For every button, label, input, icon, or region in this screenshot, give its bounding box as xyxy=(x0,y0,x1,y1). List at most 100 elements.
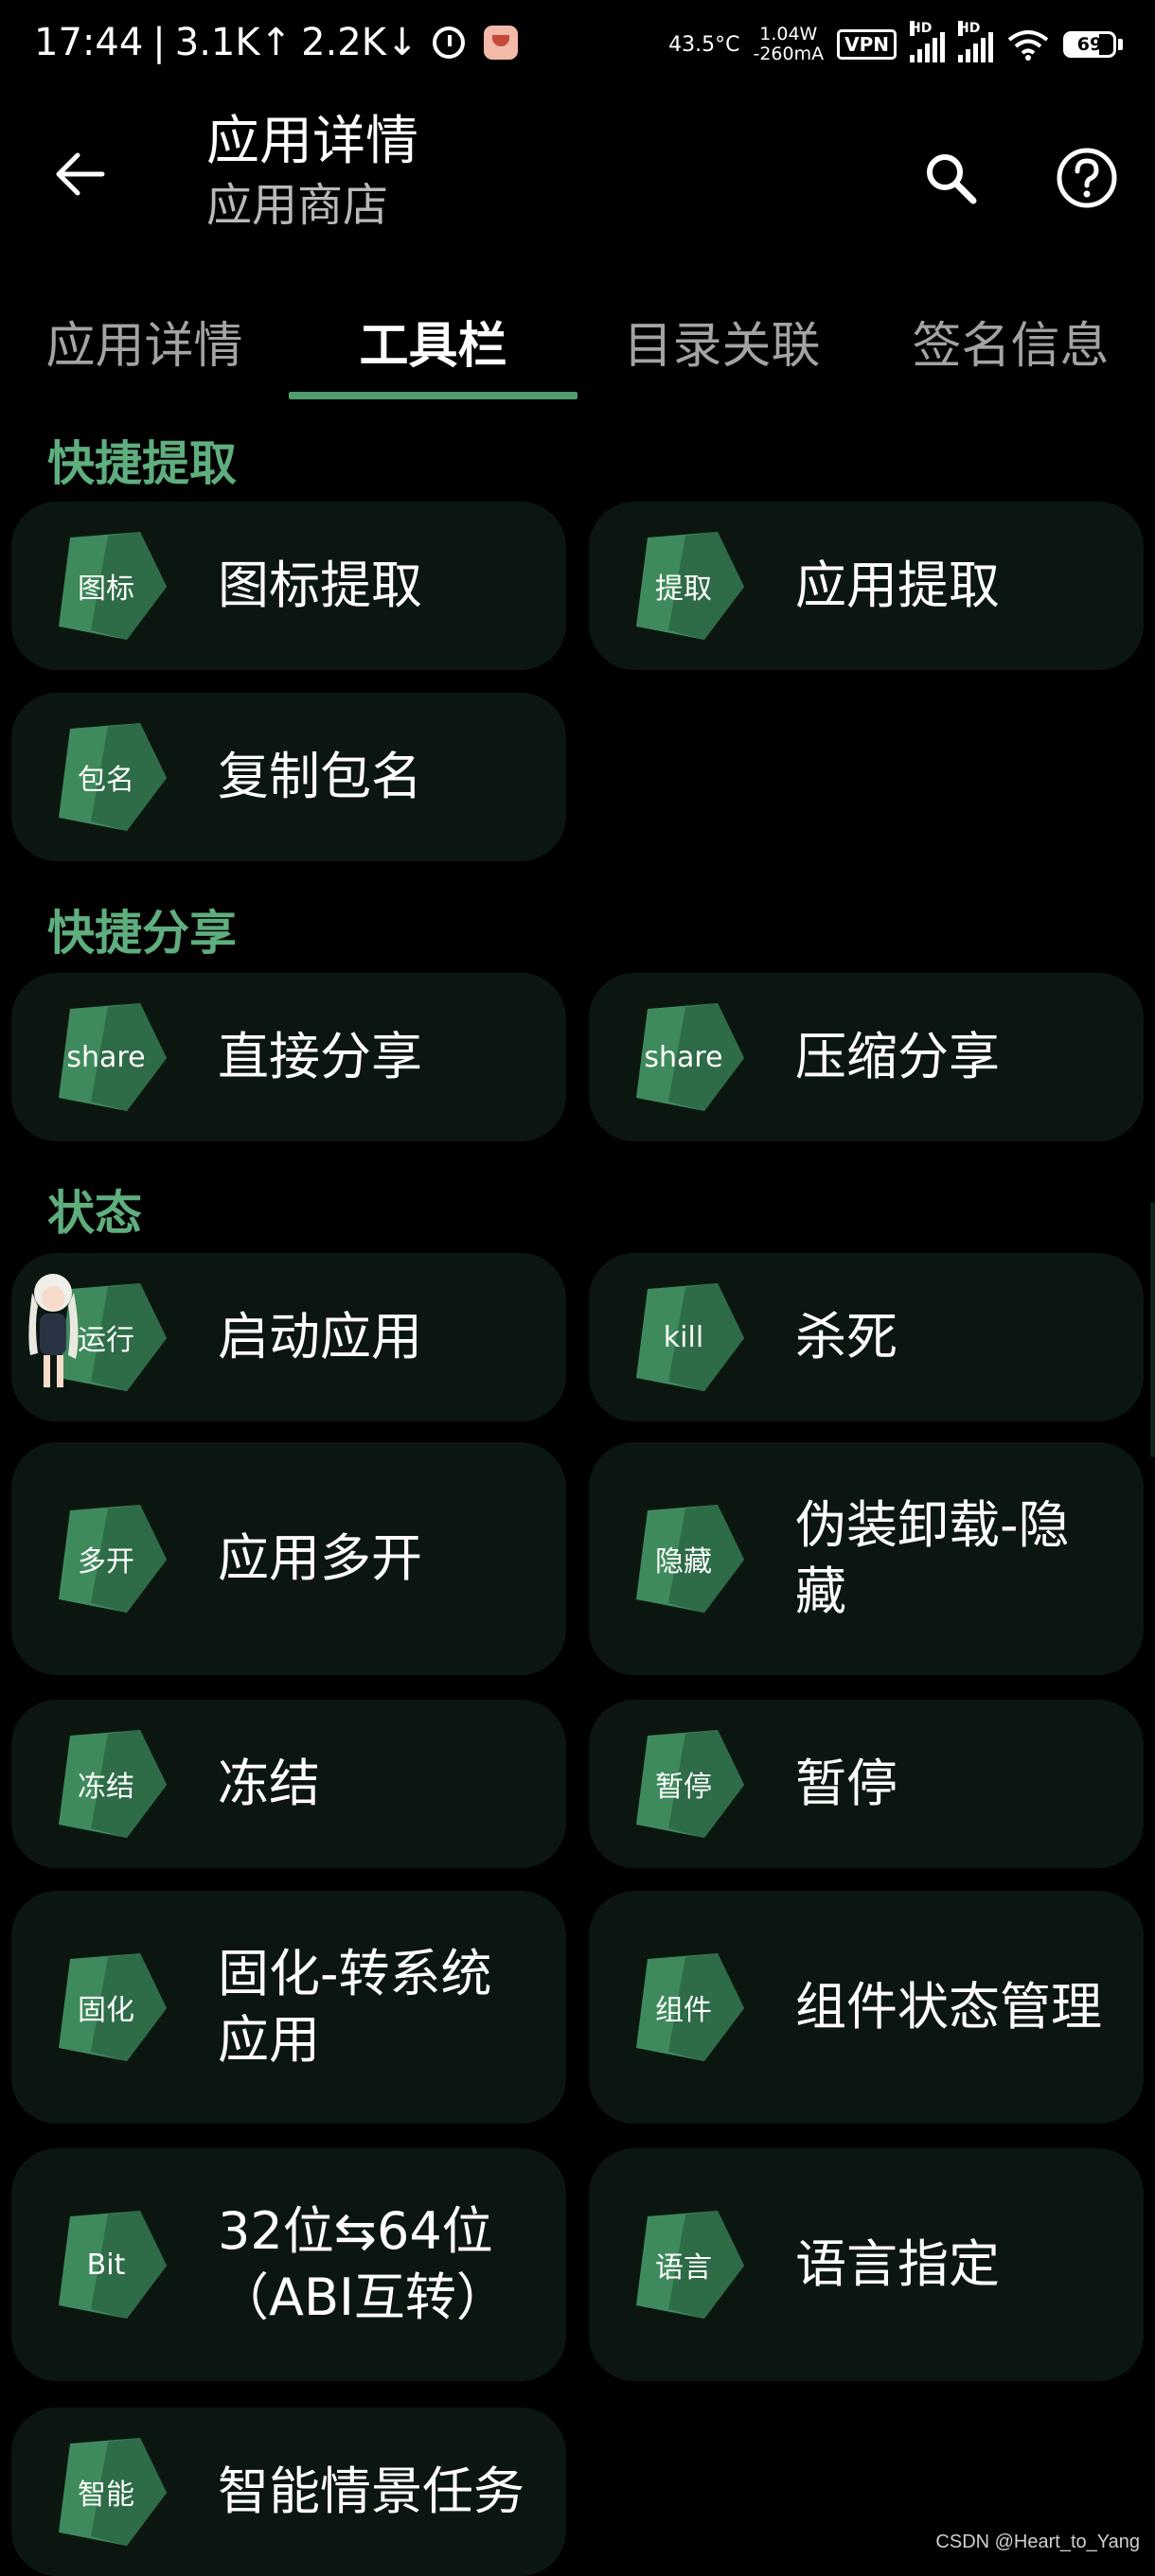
badge-text: 冻结 xyxy=(78,1771,134,1804)
card-label: 杀死 xyxy=(795,1307,897,1367)
badge-text: 暂停 xyxy=(655,1771,712,1804)
power-current: -260mA xyxy=(753,44,825,64)
direct-share-button[interactable]: share 直接分享 xyxy=(11,973,566,1141)
search-button[interactable] xyxy=(913,140,988,216)
component-state-badge-icon: 组件 xyxy=(627,1946,750,2069)
compress-share-button[interactable]: share 压缩分享 xyxy=(589,973,1144,1141)
card-label: 32位⇆64位（ABI互转） xyxy=(218,2201,507,2327)
component-state-button[interactable]: 组件 组件状态管理 xyxy=(589,1891,1144,2124)
card-label: 压缩分享 xyxy=(795,1027,1000,1086)
abi-convert-badge-icon: Bit xyxy=(49,2203,172,2326)
card-label: 启动应用 xyxy=(218,1307,422,1367)
anime-girl-sticker-icon xyxy=(28,1274,79,1387)
app-extract-button[interactable]: 提取 应用提取 xyxy=(589,502,1144,670)
help-icon xyxy=(1057,148,1117,208)
card-label: 组件状态管理 xyxy=(795,1977,1102,2037)
status-right: 43.5°C 1.04W -260mA VPN HD HD 69 xyxy=(668,21,1123,64)
badge-text: 隐藏 xyxy=(655,1545,712,1579)
badge-text: 语言 xyxy=(655,2251,712,2285)
smart-task-badge-icon: 智能 xyxy=(49,2430,172,2553)
alarm-icon xyxy=(433,26,466,59)
kill-app-badge-icon: kill xyxy=(627,1276,750,1399)
tab-app-details[interactable]: 应用详情 xyxy=(0,284,289,397)
hd-label: HD xyxy=(910,21,933,36)
tab-toolbar[interactable]: 工具栏 xyxy=(289,284,578,397)
card-label: 直接分享 xyxy=(218,1027,422,1086)
card-label: 智能情景任务 xyxy=(218,2461,524,2521)
badge-text: 多开 xyxy=(78,1545,134,1579)
card-label: 语言指定 xyxy=(795,2234,1000,2294)
card-label: 应用多开 xyxy=(218,1528,422,1588)
badge-text: share xyxy=(644,1040,723,1074)
title-block: 应用详情 应用商店 xyxy=(206,108,418,235)
icon-extract-badge-icon: 图标 xyxy=(49,524,172,647)
net-up-speed: 3.1K↑ xyxy=(174,21,293,64)
badge-text: share xyxy=(66,1040,146,1074)
status-time: 17:44 xyxy=(34,21,144,64)
section-title-quick-share: 快捷分享 xyxy=(47,906,237,961)
tab-signature-info[interactable]: 签名信息 xyxy=(866,284,1155,397)
badge-text: Bit xyxy=(86,2248,126,2282)
card-label: 图标提取 xyxy=(218,556,422,615)
compress-share-badge-icon: share xyxy=(627,996,750,1119)
signal-icon: HD xyxy=(910,21,945,62)
freeze-badge-icon: 冻结 xyxy=(49,1722,172,1845)
icon-extract-button[interactable]: 图标 图标提取 xyxy=(11,502,566,670)
badge-text: 组件 xyxy=(655,1994,712,2027)
tab-directory-link[interactable]: 目录关联 xyxy=(578,284,866,397)
watermark: CSDN @Heart_to_Yang xyxy=(935,2532,1140,2552)
tab-bar: 应用详情 工具栏 目录关联 签名信息 xyxy=(0,284,1155,401)
back-arrow-icon xyxy=(56,152,105,196)
card-label: 伪装卸载-隐藏 xyxy=(795,1495,1070,1621)
multi-open-button[interactable]: 多开 应用多开 xyxy=(11,1442,566,1675)
vpn-icon: VPN xyxy=(837,29,897,60)
card-label: 应用提取 xyxy=(795,556,1000,615)
signal-icon-2: HD xyxy=(958,21,993,62)
abi-convert-button[interactable]: Bit 32位⇆64位（ABI互转） xyxy=(11,2148,566,2381)
wifi-icon xyxy=(1007,30,1049,61)
smart-task-button[interactable]: 智能 智能情景任务 xyxy=(11,2408,566,2576)
card-label: 暂停 xyxy=(795,1754,897,1813)
multi-open-badge-icon: 多开 xyxy=(49,1497,172,1620)
badge-text: 固化 xyxy=(78,1994,134,2027)
net-down-speed: 2.2K↓ xyxy=(301,21,418,64)
pause-badge-icon: 暂停 xyxy=(627,1722,750,1845)
freeze-button[interactable]: 冻结 冻结 xyxy=(11,1700,566,1868)
badge-text: kill xyxy=(663,1320,704,1354)
page-title: 应用详情 xyxy=(206,111,418,172)
battery-icon: 69 xyxy=(1063,31,1123,58)
pause-button[interactable]: 暂停 暂停 xyxy=(589,1700,1144,1868)
fake-uninstall-button[interactable]: 隐藏 伪装卸载-隐藏 xyxy=(589,1442,1144,1675)
kill-app-button[interactable]: kill 杀死 xyxy=(589,1253,1144,1421)
direct-share-badge-icon: share xyxy=(49,996,172,1119)
badge-text: 图标 xyxy=(78,573,134,606)
solidify-button[interactable]: 固化 固化-转系统应用 xyxy=(11,1891,566,2124)
badge-text: 包名 xyxy=(78,764,134,797)
card-label: 冻结 xyxy=(218,1754,320,1813)
language-button[interactable]: 语言 语言指定 xyxy=(589,2148,1144,2381)
copy-package-badge-icon: 包名 xyxy=(49,715,172,838)
section-title-quick-extract: 快捷提取 xyxy=(47,436,237,491)
solidify-badge-icon: 固化 xyxy=(49,1946,172,2069)
language-badge-icon: 语言 xyxy=(627,2203,750,2326)
help-button[interactable] xyxy=(1049,140,1125,216)
launch-app-button[interactable]: 运行 启动应用 xyxy=(11,1253,566,1421)
status-left: 17:44 | 3.1K↑ 2.2K↓ xyxy=(34,21,519,64)
app-bar: 应用详情 应用商店 xyxy=(0,98,1155,259)
page-subtitle: 应用商店 xyxy=(206,179,389,232)
card-label: 复制包名 xyxy=(218,747,422,806)
badge-text: 智能 xyxy=(78,2479,134,2512)
scrollbar[interactable] xyxy=(1150,1202,1155,1457)
status-bar: 17:44 | 3.1K↑ 2.2K↓ 43.5°C 1.04W -260mA … xyxy=(0,0,1155,98)
hd-label-2: HD xyxy=(958,21,981,36)
app-notification-icon xyxy=(484,26,519,60)
temperature-readout: 43.5°C xyxy=(668,32,740,57)
active-tab-indicator xyxy=(289,392,578,399)
fake-uninstall-badge-icon: 隐藏 xyxy=(627,1497,750,1620)
status-separator: | xyxy=(152,21,166,64)
power-watts: 1.04W xyxy=(759,24,818,44)
search-icon xyxy=(927,154,977,204)
copy-package-button[interactable]: 包名 复制包名 xyxy=(11,693,566,861)
back-button[interactable] xyxy=(45,140,114,208)
badge-text: 提取 xyxy=(655,573,712,606)
